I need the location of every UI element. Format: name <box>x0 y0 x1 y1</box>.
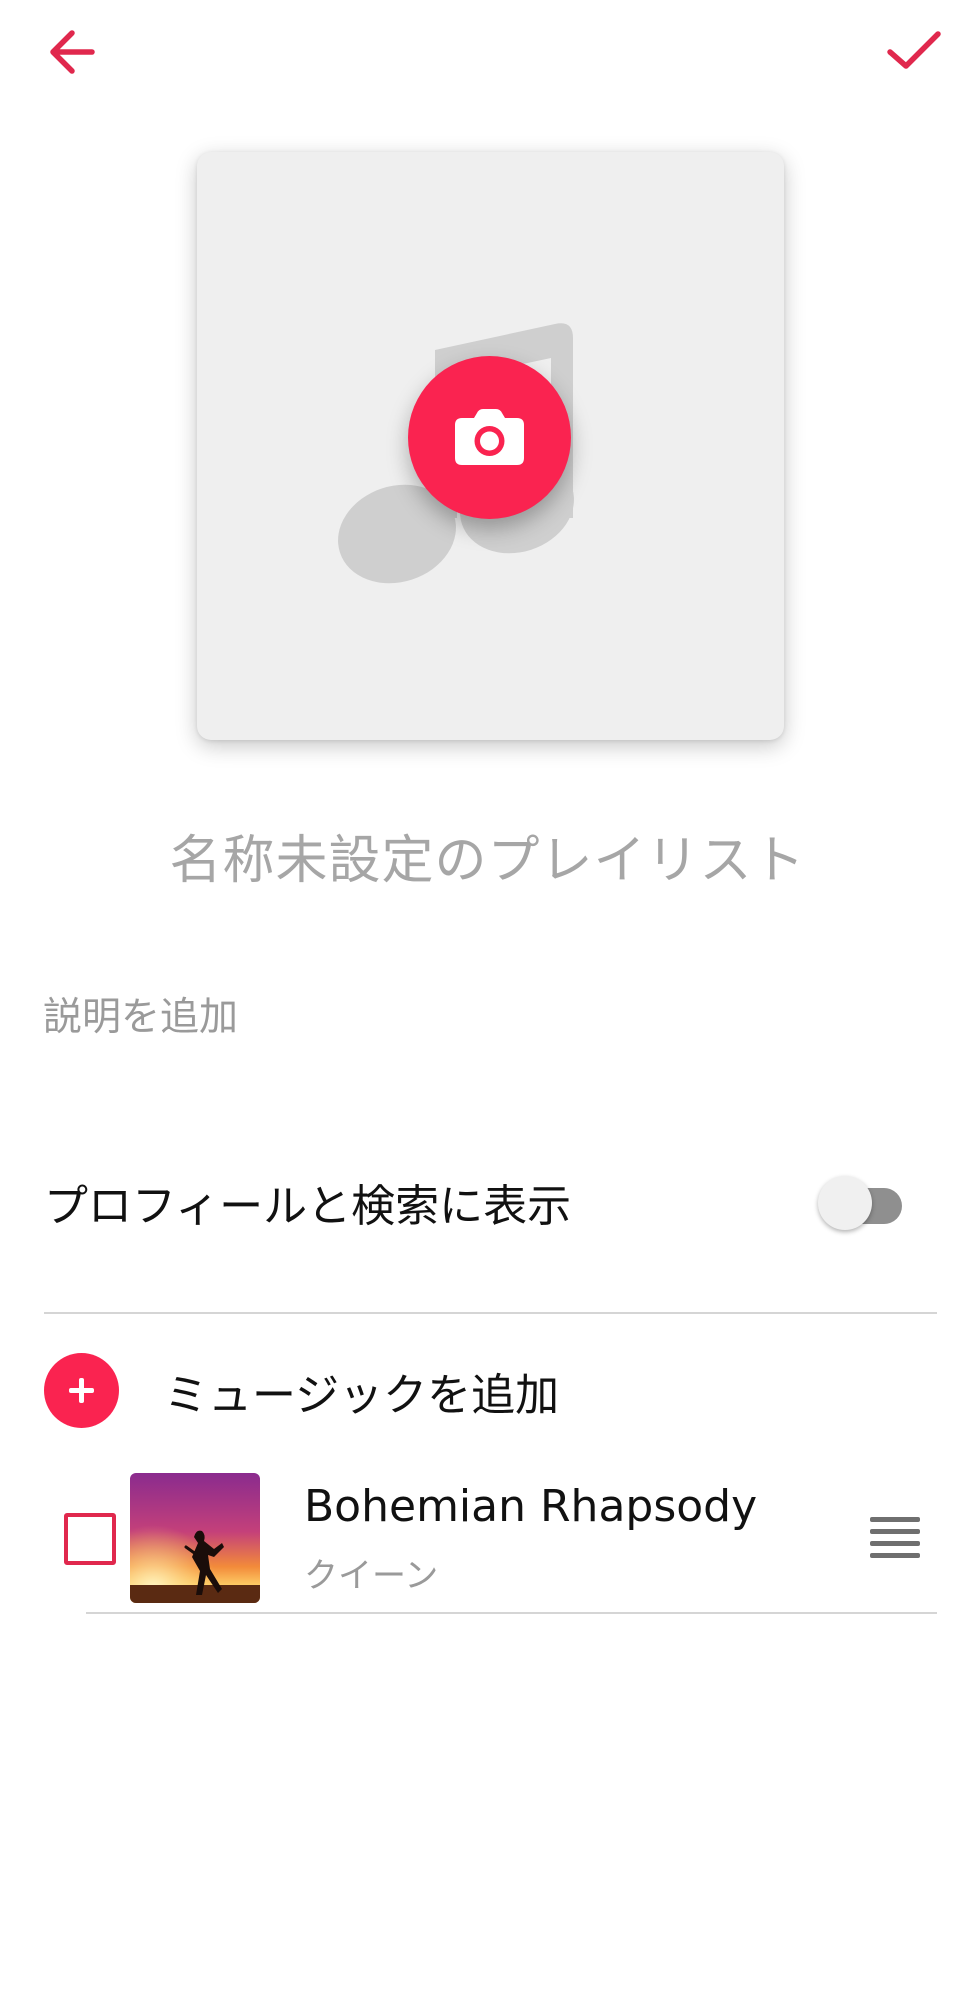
track-checkbox[interactable] <box>64 1513 116 1565</box>
plus-icon <box>44 1353 119 1428</box>
camera-icon <box>455 409 524 465</box>
divider <box>86 1612 937 1614</box>
playlist-artwork[interactable] <box>197 152 784 740</box>
track-row[interactable]: Bohemian Rhapsody クイーン <box>60 1465 937 1615</box>
arrow-left-icon <box>50 30 95 74</box>
done-button[interactable] <box>880 22 948 84</box>
add-music-label: ミュージックを追加 <box>164 1370 560 1421</box>
description-field[interactable]: 説明を追加 <box>43 986 238 1042</box>
drag-handle-icon[interactable] <box>870 1517 920 1559</box>
divider <box>44 1312 937 1314</box>
track-artist: クイーン <box>304 1556 439 1596</box>
track-title: Bohemian Rhapsody <box>304 1481 758 1532</box>
add-music-button[interactable]: ミュージックを追加 <box>44 1350 937 1430</box>
back-button[interactable] <box>42 22 104 84</box>
drag-handle-line <box>870 1517 920 1522</box>
drag-handle-line <box>870 1541 920 1546</box>
visibility-toggle[interactable] <box>818 1176 908 1232</box>
toggle-knob <box>818 1176 872 1230</box>
album-art-image <box>130 1473 260 1603</box>
drag-handle-line <box>870 1553 920 1558</box>
visibility-label: プロフィールと検索に表示 <box>44 1181 572 1232</box>
playlist-title-field[interactable]: 名称未設定のプレイリスト <box>0 818 975 893</box>
camera-button[interactable] <box>408 356 571 519</box>
album-art <box>130 1473 260 1603</box>
checkmark-icon <box>887 31 941 69</box>
drag-handle-line <box>870 1529 920 1534</box>
